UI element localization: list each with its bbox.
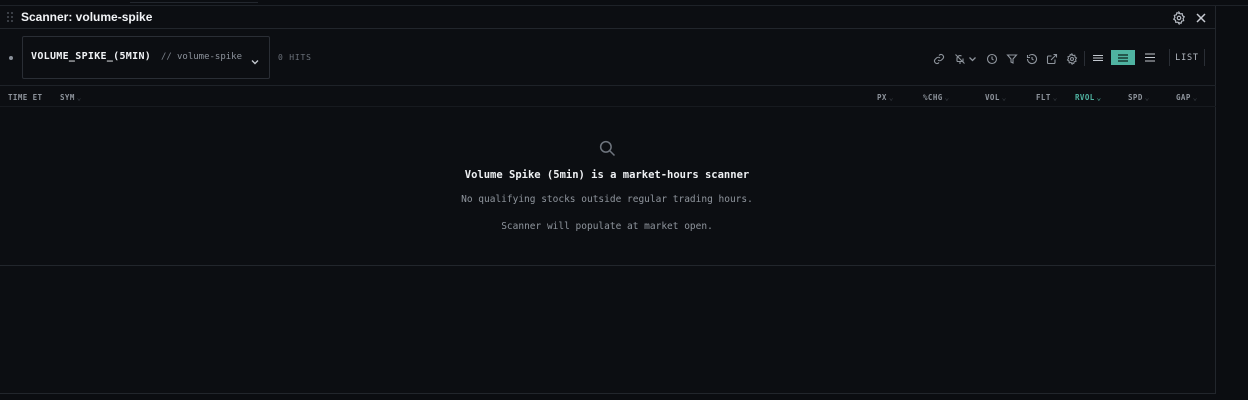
drag-handle-icon[interactable]	[7, 12, 13, 24]
empty-state-title: Volume Spike (5min) is a market-hours sc…	[464, 169, 750, 181]
sort-caret-icon: ⌄	[944, 93, 950, 102]
link-icon[interactable]	[933, 53, 945, 65]
panel-settings-icon[interactable]	[1172, 10, 1186, 26]
empty-state: Volume Spike (5min) is a market-hours sc…	[0, 108, 1216, 266]
column-sym-label: SYM	[60, 93, 75, 102]
column-flt[interactable]: FLT ⌄	[1036, 93, 1058, 102]
column-header-row: TIME ET SYM ⌄ PX ⌄ %CHG ⌄ VOL ⌄ FLT ⌄ RVOL ⌄ S…	[0, 87, 1216, 107]
column-spd-label: SPD	[1128, 93, 1143, 102]
chevron-down-icon[interactable]	[968, 53, 977, 65]
sort-caret-icon: ⌄	[888, 93, 894, 102]
empty-state-note: Scanner will populate at market open.	[501, 221, 713, 232]
scanner-selector[interactable]: VOLUME_SPIKE_(5MIN) // volume-spike	[22, 36, 270, 79]
column-rvol-label: RVOL	[1075, 93, 1095, 102]
column-spd[interactable]: SPD ⌄	[1128, 93, 1150, 102]
column-gap-label: GAP	[1176, 93, 1191, 102]
scanner-panel: Scanner: volume-spike VOLUME_SPIKE_(5MIN…	[0, 6, 1216, 394]
history-icon[interactable]	[1026, 53, 1038, 65]
list-mode-button[interactable]: LIST	[1169, 49, 1205, 66]
column-sym[interactable]: SYM ⌄	[60, 93, 82, 102]
column-px[interactable]: PX ⌄	[877, 93, 894, 102]
empty-state-subtitle: No qualifying stocks outside regular tra…	[461, 194, 753, 205]
scanner-name: VOLUME_SPIKE_(5MIN)	[31, 51, 152, 62]
column-vol[interactable]: VOL ⌄	[985, 93, 1007, 102]
scanner-slug: volume-spike	[177, 52, 243, 62]
compact-view-icon[interactable]	[1086, 50, 1110, 65]
panel-titlebar: Scanner: volume-spike	[0, 6, 1216, 29]
column-chg-label: %CHG	[923, 93, 943, 102]
column-vol-label: VOL	[985, 93, 1000, 102]
search-icon	[598, 139, 616, 157]
column-gap[interactable]: GAP ⌄	[1176, 93, 1198, 102]
filter-icon[interactable]	[1006, 53, 1018, 65]
sort-caret-icon: ⌄	[1001, 93, 1007, 102]
column-chg[interactable]: %CHG ⌄	[923, 93, 950, 102]
hits-count: 0 HITS	[278, 53, 312, 62]
bell-off-icon[interactable]	[954, 53, 966, 65]
sort-caret-icon: ⌄	[1192, 93, 1198, 102]
status-dot	[9, 56, 13, 60]
tab-hint	[130, 0, 258, 3]
scanner-toolbar: VOLUME_SPIKE_(5MIN) // volume-spike 0 HI…	[0, 30, 1216, 86]
scanner-separator: //	[161, 52, 172, 62]
sort-caret-icon: ⌄	[76, 93, 82, 102]
column-px-label: PX	[877, 93, 887, 102]
sort-caret-icon: ⌄	[1144, 93, 1150, 102]
external-link-icon[interactable]	[1046, 53, 1058, 65]
close-icon[interactable]	[1194, 10, 1208, 24]
sort-active-icon: ⌄	[1096, 93, 1102, 102]
column-rvol[interactable]: RVOL ⌄	[1075, 93, 1102, 102]
column-time-label: TIME ET	[8, 93, 43, 102]
toolbar-divider	[1084, 51, 1085, 66]
column-time[interactable]: TIME ET	[8, 93, 42, 102]
comfortable-view-icon[interactable]	[1111, 50, 1135, 65]
sort-caret-icon: ⌄	[1052, 93, 1058, 102]
clock-icon[interactable]	[986, 53, 998, 65]
gear-icon[interactable]	[1066, 53, 1078, 65]
list-view-icon[interactable]	[1138, 50, 1162, 65]
chevron-down-icon	[250, 52, 260, 65]
column-flt-label: FLT	[1036, 93, 1051, 102]
panel-title: Scanner: volume-spike	[21, 10, 153, 24]
